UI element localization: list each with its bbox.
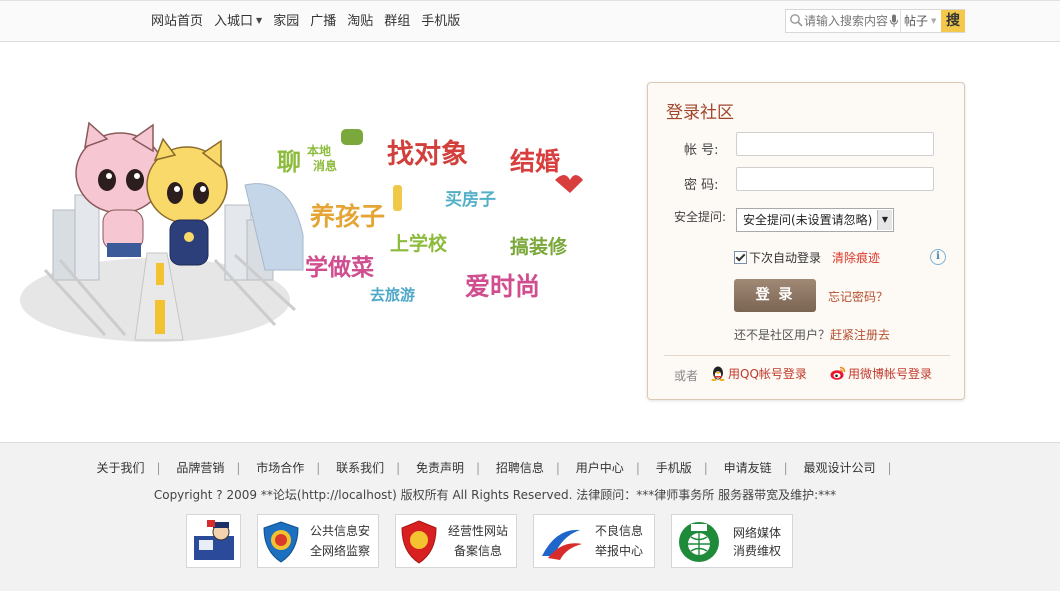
hero-word: 找对象 [387, 138, 468, 170]
qq-penguin-icon [711, 366, 725, 381]
hero-word: 本地 [307, 143, 331, 158]
hero-word: 上学校 [390, 232, 448, 255]
nav-item-label: 入城口 [214, 14, 254, 29]
register-row: 还不是社区用户？赶紧注册去 [734, 326, 890, 343]
hero-word: 消息 [313, 158, 337, 173]
hero-word: 聊 [277, 148, 301, 176]
weibo-login-link[interactable]: 用微博帐号登录 [830, 365, 932, 382]
police-badge[interactable] [186, 514, 241, 568]
footer-links: 关于我们 | 品牌营销 | 市场合作 | 联系我们 | 免责声明 | 招聘信息 | 用户中心… [96, 461, 892, 475]
forgot-password-link[interactable]: 忘记密码？ [828, 288, 888, 305]
badge-text: 不良信息 [594, 524, 643, 538]
chevron-down-icon: ▼ [931, 17, 937, 25]
hero-words: 聊 本地 消息 找对象 结婚 养孩子 买房子 学做菜 上学校 搞装修 去旅游 爱… [277, 129, 583, 304]
search-scope-label: 帖子 [904, 14, 929, 28]
chevron-down-icon: ▼ [256, 16, 263, 25]
shield-icon [263, 521, 299, 563]
copyright-text: Copyright ? 2009 **论坛(http://localhost) … [153, 488, 837, 502]
footer-link-design[interactable]: 最观设计公司 [803, 461, 875, 475]
nav-item-tao-post[interactable]: 淘贴 [347, 13, 373, 32]
remember-checkbox[interactable] [734, 251, 747, 264]
account-label: 帐 号: [684, 143, 719, 158]
security-question-value: 安全提问(未设置请忽略) [743, 213, 873, 227]
security-question-label: 安全提问: [674, 210, 727, 224]
password-label: 密 码: [684, 178, 719, 193]
footer-link-jobs[interactable]: 招聘信息 [496, 461, 544, 475]
password-input[interactable] [736, 167, 934, 191]
hero-word: 学做菜 [305, 254, 374, 281]
yellow-cat-character [146, 137, 228, 266]
remember-label: 下次自动登录 [749, 251, 822, 265]
divider [664, 355, 950, 356]
account-input[interactable] [736, 132, 934, 156]
red-shield-icon [401, 520, 437, 564]
nav-item-groups[interactable]: 群组 [384, 13, 410, 32]
footer-link-contact[interactable]: 联系我们 [336, 461, 384, 475]
info-icon[interactable]: i [930, 249, 946, 265]
weibo-login-label: 用微博帐号登录 [848, 367, 933, 381]
badge-text: 网络媒体 [732, 526, 781, 540]
hero-word: 结婚 [510, 147, 560, 176]
hero-word: 搞装修 [510, 235, 568, 258]
nav-item-mobile[interactable]: 手机版 [421, 13, 460, 32]
main-nav: 网站首页 入城口 ▼ 家园 广播 淘贴 群组 手机版 [151, 13, 471, 32]
consumer-rights-badge[interactable]: 网络媒体 消费维权 [671, 514, 793, 568]
search-icon [790, 14, 803, 27]
badge-text: 经营性网站 [447, 524, 508, 538]
report-swoosh-icon [542, 529, 582, 560]
badge-text: 备案信息 [453, 544, 502, 558]
315-globe-icon [679, 522, 719, 562]
hero-word: 养孩子 [309, 202, 385, 231]
hero-word: 爱时尚 [465, 272, 540, 301]
nav-item-home-space[interactable]: 家园 [273, 13, 299, 32]
footer-link-market[interactable]: 市场合作 [256, 461, 304, 475]
login-title: 登录社区 [666, 103, 734, 123]
hero-word: 去旅游 [370, 286, 415, 304]
report-center-badge[interactable]: 不良信息 举报中心 [533, 514, 655, 568]
login-panel: 登录社区 帐 号: 密 码: 安全提问: 安全提问(未设置请忽略) ▼ 下次自动… [647, 82, 965, 400]
search-box: 帖子▼ 搜 [785, 9, 965, 33]
nav-item-home[interactable]: 网站首页 [151, 13, 203, 32]
hero-word: 买房子 [445, 189, 496, 210]
or-label: 或者 [674, 369, 699, 383]
clear-traces-link[interactable]: 清除痕迹 [832, 249, 880, 266]
qq-login-label: 用QQ帐号登录 [728, 367, 807, 381]
police-icon [194, 520, 234, 560]
security-question-select[interactable]: 安全提问(未设置请忽略) ▼ [736, 208, 894, 232]
badge-text: 公共信息安 [309, 524, 370, 538]
search-input[interactable] [804, 12, 892, 30]
footer-link-friend-link[interactable]: 申请友链 [724, 461, 772, 475]
footer-link-brand[interactable]: 品牌营销 [176, 461, 224, 475]
hero-illustration: 聊 本地 消息 找对象 结婚 养孩子 买房子 学做菜 上学校 搞装修 去旅游 爱… [20, 121, 583, 342]
business-site-badge[interactable]: 经营性网站 备案信息 [395, 514, 517, 568]
top-bar: 网站首页 入城口▼ 家园 广播 淘贴 群组 手机版 帖子▼ 搜 [0, 0, 1060, 42]
qq-login-link[interactable]: 用QQ帐号登录 [710, 365, 807, 382]
search-button[interactable]: 搜 [941, 10, 965, 32]
badge-text: 举报中心 [594, 544, 643, 558]
footer: 关于我们 | 品牌营销 | 市场合作 | 联系我们 | 免责声明 | 招聘信息 | 用户中心… [0, 442, 1060, 591]
badge-text: 全网络监察 [309, 544, 370, 558]
badge-text: 消费维权 [732, 544, 781, 558]
not-member-text: 还不是社区用户？ [734, 328, 831, 342]
nav-item-broadcast[interactable]: 广播 [310, 13, 336, 32]
public-security-badge[interactable]: 公共信息安 全网络监察 [257, 514, 379, 568]
chevron-down-icon: ▼ [877, 210, 892, 230]
footer-link-disclaimer[interactable]: 免责声明 [416, 461, 464, 475]
footer-link-mobile[interactable]: 手机版 [656, 461, 692, 475]
weibo-icon [830, 366, 846, 380]
footer-link-about[interactable]: 关于我们 [96, 461, 144, 475]
search-scope-select[interactable]: 帖子 ▼ [900, 10, 941, 32]
remember-me[interactable]: 下次自动登录 [734, 249, 821, 266]
login-button[interactable]: 登 录 [734, 279, 816, 312]
register-link[interactable]: 赶紧注册去 [830, 328, 890, 342]
footer-link-user-center[interactable]: 用户中心 [576, 461, 624, 475]
nav-item-city-entrance[interactable]: 入城口 ▼ [214, 13, 262, 32]
microphone-icon[interactable] [889, 14, 899, 28]
